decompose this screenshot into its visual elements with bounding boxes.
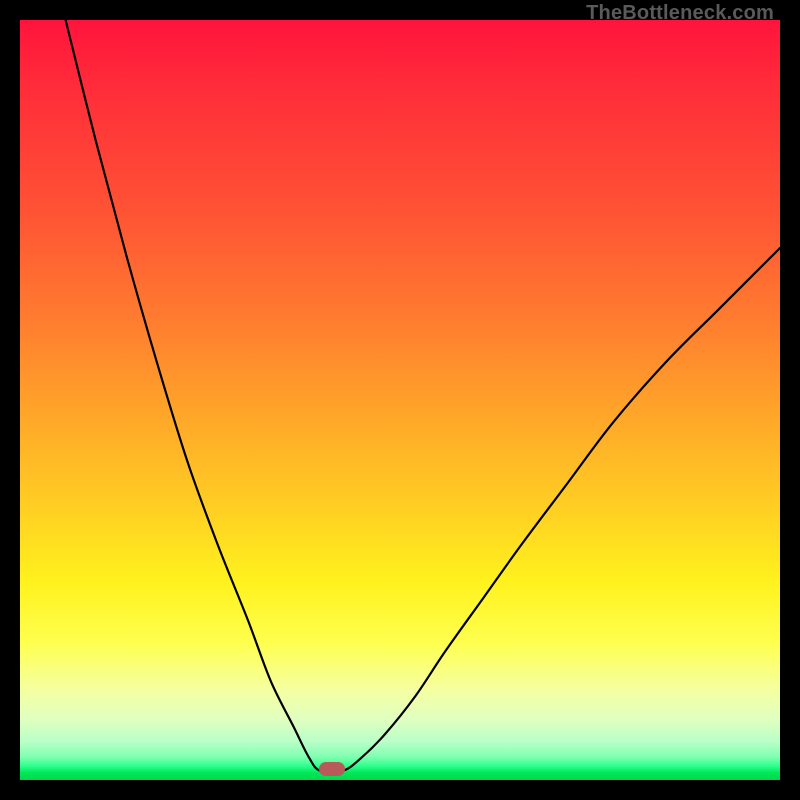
plot-area (20, 20, 780, 780)
optimal-point-marker (319, 762, 345, 776)
chart-frame: TheBottleneck.com (0, 0, 800, 800)
bottleneck-curve (66, 20, 780, 773)
curve-layer (20, 20, 780, 780)
